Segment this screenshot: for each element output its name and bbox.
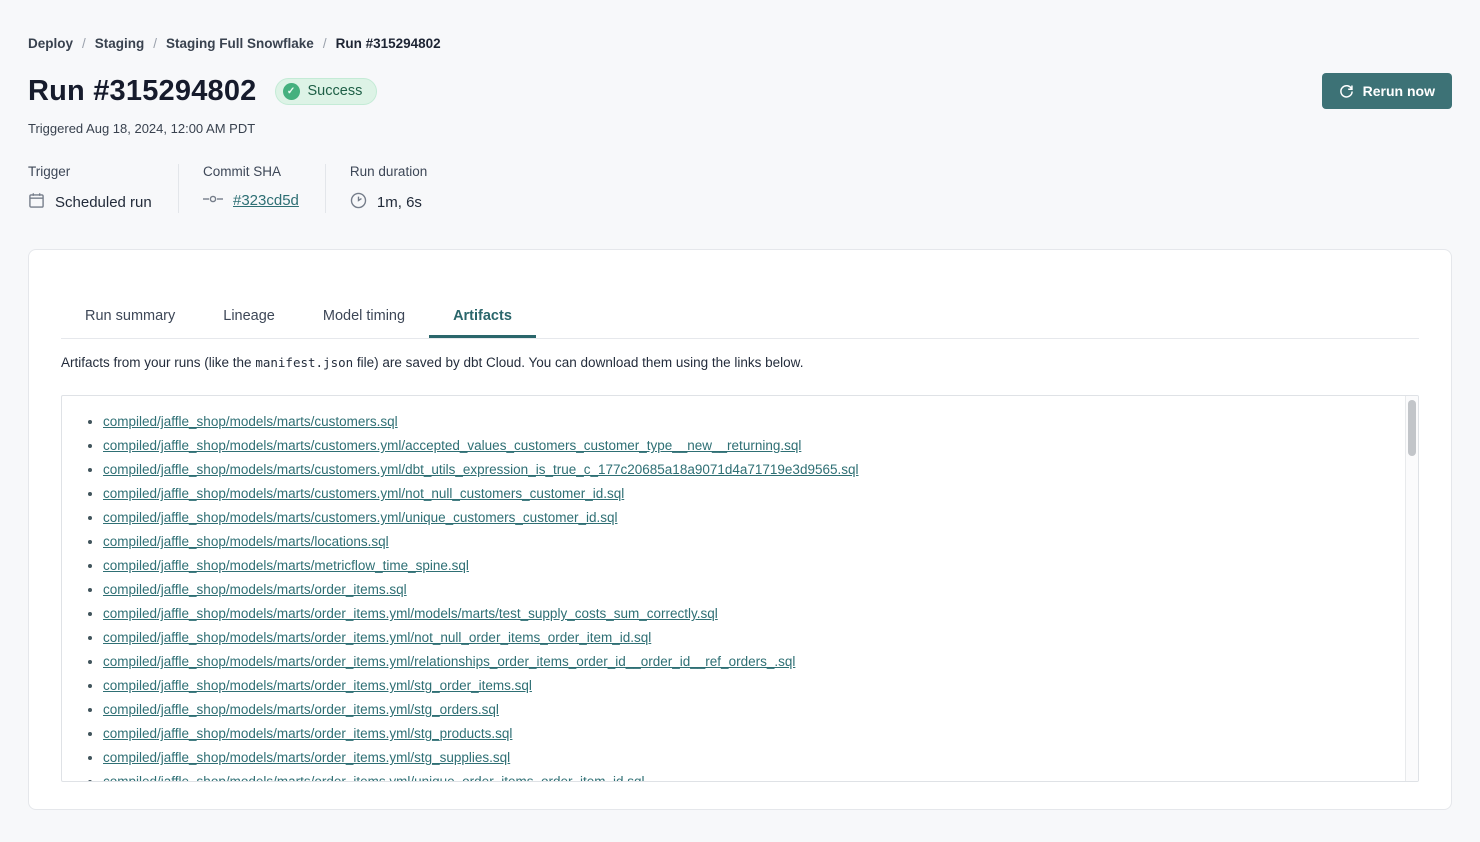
artifact-list-item: compiled/jaffle_shop/models/marts/order_… bbox=[103, 602, 1418, 626]
tab-artifacts[interactable]: Artifacts bbox=[429, 298, 536, 338]
check-circle-icon: ✓ bbox=[283, 83, 300, 100]
artifact-link[interactable]: compiled/jaffle_shop/models/marts/order_… bbox=[103, 702, 499, 717]
git-commit-icon bbox=[203, 192, 223, 209]
status-badge: ✓ Success bbox=[275, 78, 378, 105]
triggered-timestamp: Triggered Aug 18, 2024, 12:00 AM PDT bbox=[28, 121, 1452, 136]
artifacts-description-prefix: Artifacts from your runs (like the bbox=[61, 355, 255, 370]
artifact-link[interactable]: compiled/jaffle_shop/models/marts/custom… bbox=[103, 510, 617, 525]
artifacts-description-suffix: file) are saved by dbt Cloud. You can do… bbox=[353, 355, 803, 370]
artifact-list-item: compiled/jaffle_shop/models/marts/custom… bbox=[103, 434, 1418, 458]
artifact-link[interactable]: compiled/jaffle_shop/models/marts/locati… bbox=[103, 534, 389, 549]
artifact-list-item: compiled/jaffle_shop/models/marts/order_… bbox=[103, 650, 1418, 674]
artifact-list-item: compiled/jaffle_shop/models/marts/order_… bbox=[103, 698, 1418, 722]
breadcrumb: Deploy / Staging / Staging Full Snowflake / Ru… bbox=[28, 36, 1452, 51]
meta-trigger: Trigger Scheduled run bbox=[28, 164, 178, 213]
page-header: Run #315294802 ✓ Success Rerun now bbox=[28, 73, 1452, 109]
breadcrumb-item[interactable]: Staging Full Snowflake bbox=[166, 36, 314, 51]
page-title: Run #315294802 bbox=[28, 75, 257, 108]
breadcrumb-separator: / bbox=[82, 36, 86, 51]
breadcrumb-separator: / bbox=[153, 36, 157, 51]
refresh-icon bbox=[1339, 84, 1354, 99]
artifact-list-item: compiled/jaffle_shop/models/marts/order_… bbox=[103, 722, 1418, 746]
run-detail-card: Run summaryLineageModel timing Artifacts … bbox=[28, 249, 1452, 810]
tab-model-timing[interactable]: Model timing bbox=[299, 298, 429, 338]
artifact-link[interactable]: compiled/jaffle_shop/models/marts/order_… bbox=[103, 582, 407, 597]
artifact-list-item: compiled/jaffle_shop/models/marts/order_… bbox=[103, 626, 1418, 650]
artifact-link[interactable]: compiled/jaffle_shop/models/marts/order_… bbox=[103, 630, 651, 645]
clock-icon bbox=[350, 192, 367, 213]
artifact-list-item: compiled/jaffle_shop/models/marts/order_… bbox=[103, 578, 1418, 602]
commit-sha-label: Commit SHA bbox=[203, 164, 299, 179]
run-duration-value: 1m, 6s bbox=[377, 194, 422, 211]
tabs: Run summaryLineageModel timingArtifacts bbox=[61, 298, 1419, 339]
artifact-link[interactable]: compiled/jaffle_shop/models/marts/custom… bbox=[103, 462, 859, 477]
artifact-link[interactable]: compiled/jaffle_shop/models/marts/custom… bbox=[103, 414, 398, 429]
artifact-link[interactable]: compiled/jaffle_shop/models/marts/order_… bbox=[103, 678, 532, 693]
artifact-list-item: compiled/jaffle_shop/models/marts/custom… bbox=[103, 482, 1418, 506]
artifact-link[interactable]: compiled/jaffle_shop/models/marts/order_… bbox=[103, 726, 512, 741]
manifest-json-code: manifest.json bbox=[255, 355, 353, 370]
run-duration-label: Run duration bbox=[350, 164, 427, 179]
artifact-link[interactable]: compiled/jaffle_shop/models/marts/order_… bbox=[103, 606, 718, 621]
run-meta-row: Trigger Scheduled run Commit SHA bbox=[28, 164, 1452, 213]
artifact-list-item: compiled/jaffle_shop/models/marts/custom… bbox=[103, 410, 1418, 434]
artifact-list-item: compiled/jaffle_shop/models/marts/order_… bbox=[103, 746, 1418, 770]
scrollbar-thumb[interactable] bbox=[1408, 400, 1416, 456]
artifact-link[interactable]: compiled/jaffle_shop/models/marts/custom… bbox=[103, 486, 624, 501]
trigger-label: Trigger bbox=[28, 164, 152, 179]
calendar-icon bbox=[28, 192, 45, 213]
tab-lineage[interactable]: Lineage bbox=[199, 298, 299, 338]
rerun-now-button[interactable]: Rerun now bbox=[1322, 73, 1452, 109]
breadcrumb-separator: / bbox=[323, 36, 327, 51]
meta-commit: Commit SHA #323cd5d bbox=[178, 164, 325, 213]
rerun-now-label: Rerun now bbox=[1363, 83, 1435, 99]
breadcrumb-item[interactable]: Staging bbox=[95, 36, 145, 51]
artifact-link[interactable]: compiled/jaffle_shop/models/marts/order_… bbox=[103, 750, 510, 765]
artifact-list-item: compiled/jaffle_shop/models/marts/custom… bbox=[103, 458, 1418, 482]
run-detail-page: Deploy / Staging / Staging Full Snowflake / Ru… bbox=[0, 0, 1480, 810]
artifact-link[interactable]: compiled/jaffle_shop/models/marts/metric… bbox=[103, 558, 469, 573]
artifact-list-item: compiled/jaffle_shop/models/marts/order_… bbox=[103, 770, 1418, 782]
artifact-link[interactable]: compiled/jaffle_shop/models/marts/custom… bbox=[103, 438, 801, 453]
breadcrumb-item: Run #315294802 bbox=[336, 36, 441, 51]
artifact-link[interactable]: compiled/jaffle_shop/models/marts/order_… bbox=[103, 654, 795, 669]
status-badge-label: Success bbox=[308, 83, 363, 99]
trigger-value: Scheduled run bbox=[55, 194, 152, 211]
tab-run-summary[interactable]: Run summary bbox=[61, 298, 199, 338]
artifact-list-item: compiled/jaffle_shop/models/marts/locati… bbox=[103, 530, 1418, 554]
artifact-list: compiled/jaffle_shop/models/marts/custom… bbox=[62, 410, 1418, 782]
artifacts-description: Artifacts from your runs (like the manif… bbox=[61, 355, 1419, 370]
commit-sha-link[interactable]: #323cd5d bbox=[233, 192, 299, 209]
scrollbar-track[interactable] bbox=[1405, 396, 1418, 781]
artifact-list-item: compiled/jaffle_shop/models/marts/order_… bbox=[103, 674, 1418, 698]
title-group: Run #315294802 ✓ Success bbox=[28, 75, 377, 108]
artifact-list-item: compiled/jaffle_shop/models/marts/custom… bbox=[103, 506, 1418, 530]
meta-duration: Run duration 1m, 6s bbox=[325, 164, 453, 213]
artifact-link[interactable]: compiled/jaffle_shop/models/marts/order_… bbox=[103, 774, 645, 782]
breadcrumb-item[interactable]: Deploy bbox=[28, 36, 73, 51]
artifact-list-container: compiled/jaffle_shop/models/marts/custom… bbox=[61, 395, 1419, 782]
artifact-list-item: compiled/jaffle_shop/models/marts/metric… bbox=[103, 554, 1418, 578]
